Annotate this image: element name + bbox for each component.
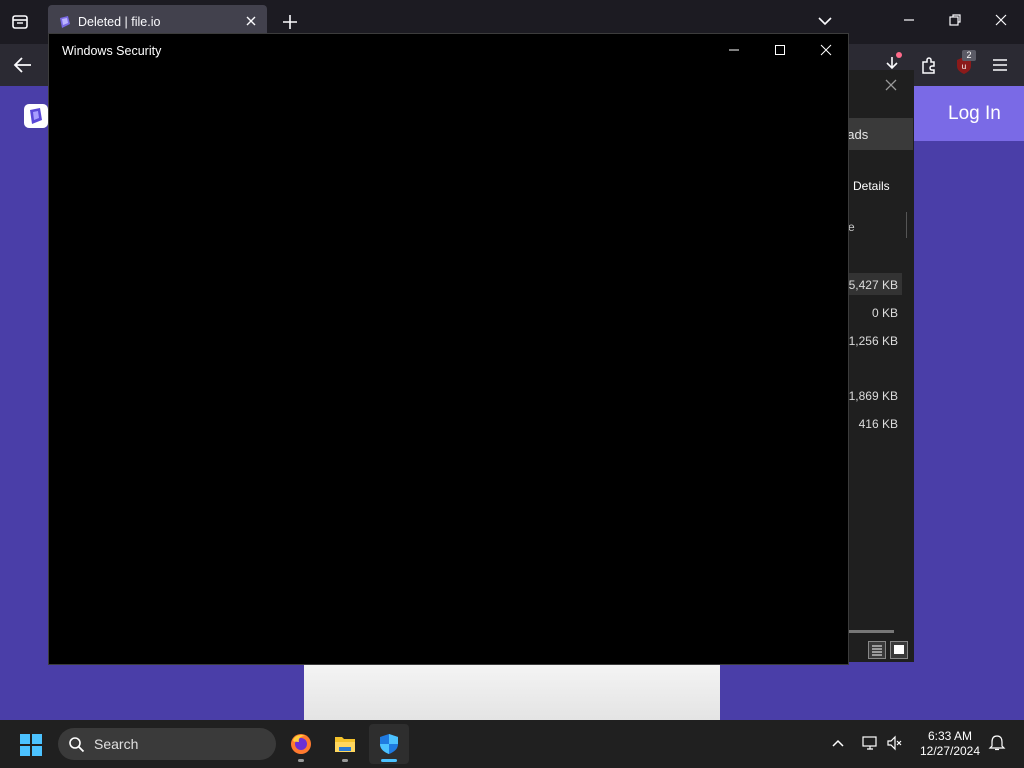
clock-time: 6:33 AM: [927, 729, 973, 743]
tiles-view-button[interactable]: [890, 641, 908, 659]
file-io-logo-icon: [30, 108, 42, 124]
library-details-button[interactable]: Details: [853, 179, 890, 193]
firefox-view-icon: [12, 15, 28, 29]
login-button[interactable]: Log In: [914, 86, 1024, 141]
downloads-attention-dot: [896, 52, 902, 58]
search-icon: [69, 737, 85, 753]
windows-security-window: Windows Security: [48, 33, 849, 665]
clock-date: 12/27/2024: [919, 744, 981, 758]
notification-bell-icon[interactable]: [988, 734, 1006, 752]
taskbar: Search 6:33 AM 12/27/2024: [0, 720, 1024, 768]
browser-close-icon[interactable]: [991, 10, 1011, 30]
minimize-button[interactable]: [711, 34, 757, 66]
taskbar-search-box[interactable]: Search: [58, 728, 276, 760]
list-all-tabs-chevron-icon[interactable]: [816, 14, 834, 28]
maximize-icon: [775, 45, 785, 55]
system-clock[interactable]: 6:33 AM 12/27/2024: [914, 729, 986, 759]
tile-view-icon: [894, 645, 904, 654]
taskbar-windows-security[interactable]: [369, 724, 409, 764]
download-size[interactable]: 0 KB: [872, 306, 898, 320]
minimize-icon: [729, 49, 739, 51]
column-separator[interactable]: [906, 212, 907, 238]
horizontal-scrollbar[interactable]: [848, 630, 894, 633]
volume-muted-icon[interactable]: [886, 734, 904, 752]
file-io-logo[interactable]: [24, 104, 48, 128]
browser-restore-icon[interactable]: [945, 10, 965, 30]
tab-title: Deleted | file.io: [78, 15, 161, 29]
show-hidden-icons-chevron-icon[interactable]: [829, 734, 847, 752]
maximize-button[interactable]: [757, 34, 803, 66]
taskbar-file-explorer[interactable]: [325, 724, 365, 764]
download-size[interactable]: 1,869 KB: [849, 389, 898, 403]
page-card: [304, 664, 720, 720]
extension-badge: 2: [962, 50, 976, 61]
running-indicator: [298, 759, 304, 762]
hamburger-menu-icon[interactable]: [989, 54, 1011, 76]
window-title: Windows Security: [62, 44, 162, 58]
file-explorer-icon: [335, 737, 355, 752]
list-view-icon: [872, 645, 882, 656]
download-size[interactable]: 416 KB: [859, 417, 898, 431]
download-size[interactable]: 15,427 KB: [842, 278, 898, 292]
running-indicator: [342, 759, 348, 762]
new-tab-icon[interactable]: [280, 12, 300, 32]
details-view-button[interactable]: [868, 641, 886, 659]
active-indicator: [381, 759, 397, 762]
extensions-puzzle-icon[interactable]: [918, 54, 940, 76]
firefox-view-button[interactable]: [8, 10, 32, 34]
windows-start-icon[interactable]: [18, 732, 44, 758]
close-button[interactable]: [803, 34, 849, 66]
download-size[interactable]: 1,256 KB: [849, 334, 898, 348]
taskbar-firefox[interactable]: [281, 724, 321, 764]
back-arrow-icon[interactable]: [12, 55, 34, 75]
file-io-favicon: [60, 16, 70, 28]
svg-text:u: u: [962, 62, 966, 71]
library-close-icon[interactable]: [884, 78, 898, 92]
close-icon: [820, 44, 832, 56]
browser-minimize-icon[interactable]: [899, 10, 919, 30]
search-label: Search: [94, 736, 139, 752]
windows-security-icon: [380, 734, 398, 754]
firefox-icon: [291, 734, 311, 754]
tab-close-icon[interactable]: [243, 13, 259, 29]
network-icon[interactable]: [861, 734, 879, 752]
library-column-header[interactable]: e: [848, 220, 855, 234]
